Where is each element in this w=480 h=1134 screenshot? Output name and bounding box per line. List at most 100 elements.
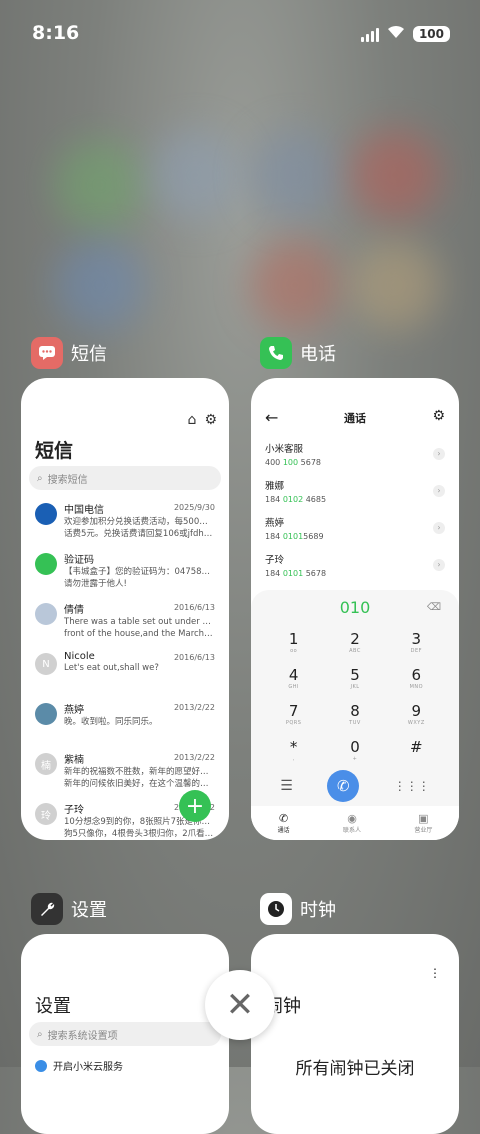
settings-row-cloud[interactable]: 开启小米云服务 xyxy=(35,1058,123,1073)
tab-calls[interactable]: ✆ 通话 xyxy=(278,812,290,834)
message-preview: 请勿泄露于他人! xyxy=(64,579,127,589)
key-letters: WXYZ xyxy=(407,720,425,726)
dial-key[interactable]: 6 MNO xyxy=(386,666,447,698)
search-input[interactable]: ⌕ 搜索系统设置项 xyxy=(29,1022,221,1046)
contact-name: 雅娜 xyxy=(265,481,285,492)
key-digit: 7 xyxy=(288,702,299,720)
chevron-right-icon[interactable]: › xyxy=(433,448,445,460)
dial-key[interactable]: 8 TUV xyxy=(324,702,385,734)
tab-store[interactable]: ▣ 营业厅 xyxy=(414,812,432,834)
dial-key[interactable]: 5 JKL xyxy=(324,666,385,698)
number-match: 0102 xyxy=(282,495,304,504)
backspace-icon[interactable]: ⌫ xyxy=(427,602,441,613)
dial-key[interactable]: 4 GHI xyxy=(263,666,324,698)
avatar: N xyxy=(35,653,57,675)
gear-icon[interactable]: ⚙ xyxy=(432,408,445,424)
message-date: 2013/2/22 xyxy=(173,753,215,762)
clear-all-button[interactable]: ✕ xyxy=(205,970,275,1040)
phone-tab-icon: ✆ xyxy=(279,812,289,825)
call-button[interactable]: ✆ xyxy=(327,770,360,802)
message-preview: 【韦城盒子】您的验证码为：047588， xyxy=(64,567,214,577)
dial-key[interactable]: 0 + xyxy=(324,738,385,770)
settings-app-icon xyxy=(31,893,63,925)
new-message-button[interactable]: + xyxy=(179,790,211,822)
list-item[interactable]: 楠紫楠2013/2/22新年的祝福数不胜数，新年的愿望好多好多，新年的问候依旧美… xyxy=(21,746,229,796)
chevron-right-icon[interactable]: › xyxy=(433,485,445,497)
message-preview: There was a table set out under a tree i… xyxy=(64,617,214,627)
signal-icon xyxy=(360,26,379,42)
gear-icon[interactable]: ⚙ xyxy=(204,412,217,428)
thumbs-icon[interactable]: ⌂ xyxy=(188,412,197,428)
menu-icon[interactable]: ☰ xyxy=(280,778,293,794)
dial-key[interactable]: 3 DEF xyxy=(386,630,447,662)
avatar: 楠 xyxy=(35,753,57,775)
list-item[interactable]: N Nicole 2016/6/13 Let's eat out,shall we? xyxy=(21,646,229,696)
chevron-right-icon[interactable]: › xyxy=(433,522,445,534)
app-label-settings: 设置 xyxy=(71,900,107,921)
dial-key[interactable]: # xyxy=(386,738,447,770)
message-date: 2013/2/22 xyxy=(173,703,215,712)
number-match: 0101 xyxy=(282,569,304,578)
app-header-sms: 短信 xyxy=(31,337,107,369)
app-label-phone: 电话 xyxy=(300,344,336,365)
sms-app-card[interactable]: ⌂ ⚙ 短信 ⌕ 搜索短信 中国电信 2025/9/30 欢迎参加积分兑换话费活动，… xyxy=(21,378,229,840)
phone-app-icon xyxy=(260,337,292,369)
key-digit: 1 xyxy=(288,630,299,648)
key-digit: 5 xyxy=(350,666,360,684)
list-item[interactable]: 中国电信2025/9/30欢迎参加积分兑换话费活动，每500分可兑换话费5元。兑… xyxy=(21,496,229,546)
store-tab-icon: ▣ xyxy=(418,812,429,825)
number-part: 5689 xyxy=(303,532,324,541)
contact-row[interactable]: 雅娜 184 0102 4685 › xyxy=(265,478,445,515)
dial-key[interactable]: 7 PQRS xyxy=(263,702,324,734)
tab-contacts[interactable]: ◉ 联系人 xyxy=(343,812,361,834)
more-icon[interactable]: ⋮ xyxy=(429,966,441,980)
key-letters: PQRS xyxy=(285,720,302,726)
sender-name: 验证码 xyxy=(64,555,94,566)
contact-number: 184 01015689 xyxy=(265,532,445,541)
avatar xyxy=(35,703,57,725)
settings-row-label: 开启小米云服务 xyxy=(53,1062,123,1073)
search-placeholder: 搜索短信 xyxy=(47,474,88,486)
message-preview: Let's eat out,shall we? xyxy=(64,663,159,673)
clock-app-card[interactable]: ⋮ 闹钟 所有闹钟已关闭 xyxy=(251,934,459,1134)
dial-key[interactable]: 9 WXYZ xyxy=(386,702,447,734)
avatar xyxy=(35,503,57,525)
chevron-right-icon[interactable]: › xyxy=(433,559,445,571)
app-label-clock: 时钟 xyxy=(300,900,336,921)
key-letters: JKL xyxy=(350,684,360,690)
key-digit: 4 xyxy=(288,666,299,684)
message-date: 2016/6/13 xyxy=(173,603,215,612)
status-time: 8:16 xyxy=(32,22,80,44)
settings-app-card[interactable]: 设置 ⌕ 搜索系统设置项 开启小米云服务 xyxy=(21,934,229,1134)
number-part: 184 xyxy=(265,495,283,504)
search-input[interactable]: ⌕ 搜索短信 xyxy=(29,466,221,490)
contact-row[interactable]: 燕婷 184 01015689 › xyxy=(265,515,445,552)
number-part: 4685 xyxy=(303,495,327,504)
tab-label: 通话 xyxy=(277,827,290,834)
key-digit: 9 xyxy=(411,702,422,720)
list-item[interactable]: 验证码 【韦城盒子】您的验证码为：047588， 请勿泄露于他人! xyxy=(21,546,229,596)
app-header-phone: 电话 xyxy=(260,337,336,369)
keypad-icon[interactable]: ⋮⋮⋮ xyxy=(394,779,430,793)
contact-row[interactable]: 小米客服 400 100 5678 › xyxy=(265,441,445,478)
contact-name: 燕婷 xyxy=(265,518,285,529)
list-item[interactable]: 燕婷 2013/2/22 晚。收到啦。同乐同乐。 xyxy=(21,696,229,746)
tab-label: 营业厅 xyxy=(414,827,433,834)
phone-app-card[interactable]: ← 通话 ⚙ 小米客服 400 100 5678 › 雅娜 184 0102 4685 ›… xyxy=(251,378,459,840)
message-preview: 晚。收到啦。同乐同乐。 xyxy=(64,717,158,727)
key-letters: ABC xyxy=(349,648,361,654)
message-preview: 新年的问候依旧美好，在这个温馨的时刻，... xyxy=(64,779,214,789)
contacts-tab-icon: ◉ xyxy=(347,812,357,825)
dial-key[interactable]: 1 oo xyxy=(263,630,324,662)
page-title: 通话 xyxy=(344,412,366,425)
contact-number: 184 0102 4685 xyxy=(265,495,445,504)
sms-app-icon xyxy=(31,337,63,369)
sms-toolbar: ⌂ ⚙ xyxy=(188,412,217,428)
contact-row[interactable]: 子玲 184 0101 5678 › xyxy=(265,552,445,589)
key-letters: MNO xyxy=(409,684,424,690)
clock-app-icon xyxy=(260,893,292,925)
dial-key[interactable]: *, xyxy=(263,738,324,770)
contact-results: 小米客服 400 100 5678 › 雅娜 184 0102 4685 › 燕婷 184 0… xyxy=(265,441,445,589)
dial-key[interactable]: 2 ABC xyxy=(324,630,385,662)
list-item[interactable]: 倩倩 2016/6/13 There was a table set out und… xyxy=(21,596,229,646)
